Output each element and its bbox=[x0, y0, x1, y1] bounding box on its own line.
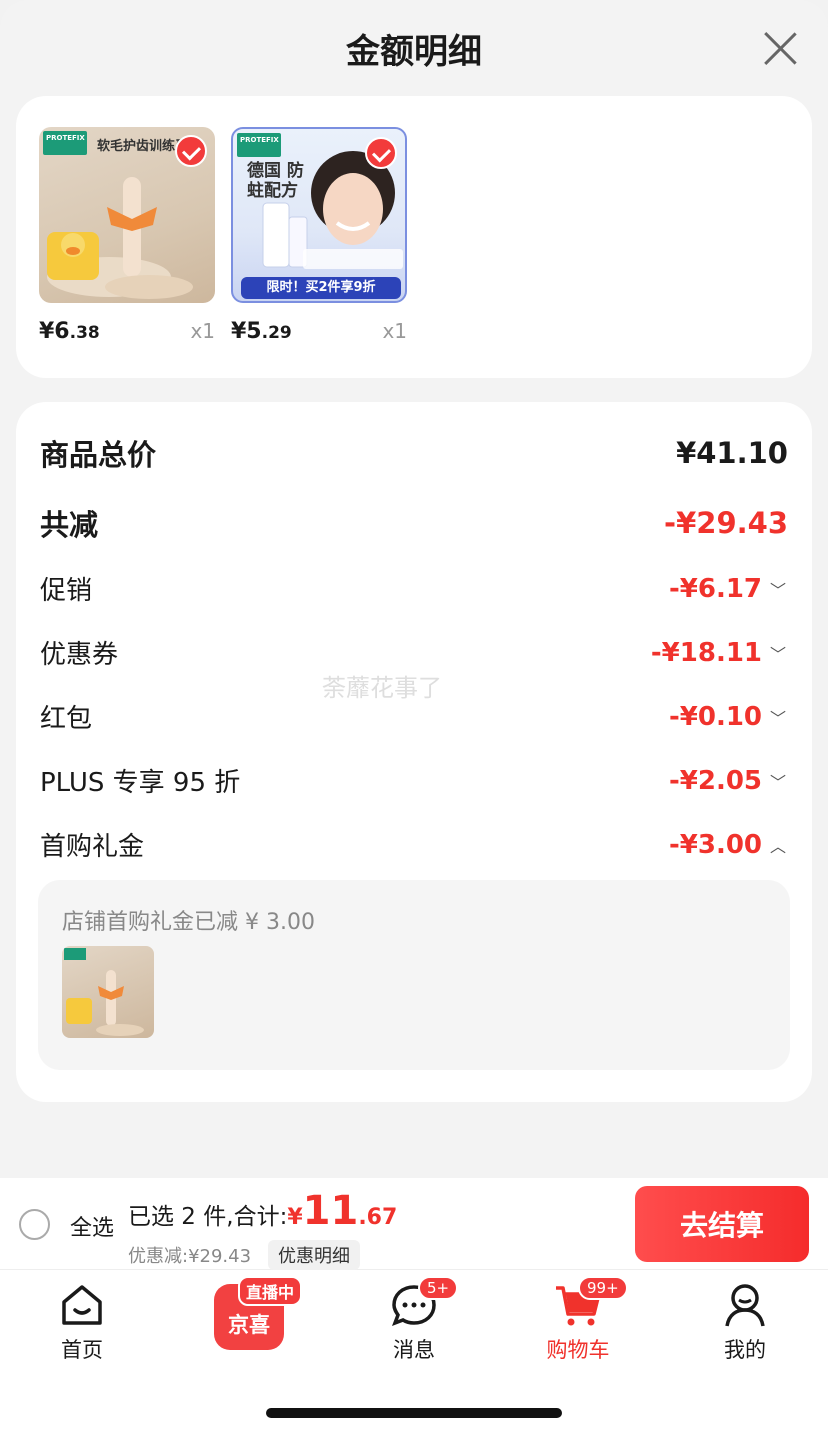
chevron-down-icon[interactable]: ﹀ bbox=[768, 641, 788, 665]
discount-amount: -¥0.10 bbox=[668, 701, 762, 732]
chevron-down-icon[interactable]: ﹀ bbox=[768, 769, 788, 793]
sheet-title: 金额明细 bbox=[346, 32, 482, 72]
first-purchase-detail-box: 店铺首购礼金已减 ¥ 3.00 bbox=[38, 880, 790, 1070]
discount-detail-button[interactable]: 优惠明细 bbox=[268, 1240, 360, 1270]
discount-summary: 优惠减:¥29.43 bbox=[128, 1246, 252, 1267]
product-price: ¥6.38 bbox=[39, 319, 100, 344]
messages-badge: 5+ bbox=[418, 1276, 459, 1300]
total-reduction-label: 共减 bbox=[40, 508, 99, 542]
checkout-button[interactable]: 去结算 bbox=[635, 1186, 809, 1262]
discount-amount: -¥18.11 bbox=[650, 637, 762, 668]
total-reduction-row: 共减 -¥29.43 bbox=[40, 502, 788, 544]
tab-cart[interactable]: 99+ 购物车 bbox=[518, 1276, 638, 1364]
chevron-down-icon[interactable]: ﹀ bbox=[768, 577, 788, 601]
product-thumbnail[interactable]: PROTEFIX 软毛护齿训练牙刷 bbox=[39, 127, 215, 303]
total-price-label: 商品总价 bbox=[40, 438, 157, 472]
product-quantity: x1 bbox=[190, 319, 215, 343]
price-breakdown-card: 商品总价 ¥41.10 共减 -¥29.43 促销 -¥6.17 ﹀ 优惠券 -¥… bbox=[16, 402, 812, 1102]
discount-label: 首购礼金 bbox=[40, 832, 145, 862]
detail-product-thumbnail bbox=[62, 946, 154, 1038]
total-price-amount: ¥41.10 bbox=[676, 436, 788, 470]
product-price: ¥5.29 bbox=[231, 319, 292, 344]
discount-label: 优惠券 bbox=[40, 640, 119, 670]
tab-messages[interactable]: 5+ 消息 bbox=[354, 1276, 474, 1364]
selected-products-card: PROTEFIX 软毛护齿训练牙刷 ¥6.38 x1 PROTEFIX 德国 防… bbox=[16, 96, 812, 378]
discount-amount: -¥6.17 bbox=[668, 573, 762, 604]
discount-label: PLUS 专享 95 折 bbox=[40, 768, 241, 798]
tab-me[interactable]: 我的 bbox=[685, 1282, 805, 1364]
total-reduction-amount: -¥29.43 bbox=[664, 506, 788, 540]
promo-banner: 限时！买2件享9折 bbox=[241, 277, 401, 299]
user-icon bbox=[721, 1282, 769, 1328]
watermark-text: 荼蘼花事了 bbox=[322, 674, 442, 702]
discount-row-coupon[interactable]: 优惠券 -¥18.11 ﹀ bbox=[40, 634, 788, 671]
live-badge: 直播中 bbox=[238, 1276, 303, 1306]
discount-row-red-packet[interactable]: 红包 -¥0.10 ﹀ bbox=[40, 698, 788, 735]
chat-bubble-icon: 5+ bbox=[390, 1276, 459, 1328]
tab-label: 首页 bbox=[61, 1338, 103, 1362]
chevron-down-icon[interactable]: ﹀ bbox=[768, 705, 788, 729]
home-icon bbox=[58, 1282, 106, 1328]
chevron-up-icon[interactable]: ︿ bbox=[768, 833, 788, 857]
select-all-label[interactable]: 全选 bbox=[70, 1210, 114, 1242]
summary-prefix: 已选 2 件,合计: bbox=[128, 1204, 288, 1230]
tab-label: 我的 bbox=[724, 1338, 766, 1362]
total-price-row: 商品总价 ¥41.10 bbox=[40, 432, 788, 474]
home-indicator[interactable] bbox=[266, 1408, 562, 1418]
shopping-cart-icon: 99+ bbox=[554, 1276, 628, 1328]
product-quantity: x1 bbox=[382, 319, 407, 343]
cart-badge: 99+ bbox=[578, 1276, 628, 1300]
product-thumbnail[interactable]: PROTEFIX 德国 防蛀配方 限时！买2件享9折 bbox=[231, 127, 407, 303]
discount-amount: -¥3.00 bbox=[668, 829, 762, 860]
tab-label: 消息 bbox=[393, 1338, 435, 1362]
toothbrush-illustration bbox=[64, 948, 144, 1036]
checkout-bar: 全选 已选 2 件,合计: ¥ 11 .67 优惠减:¥29.43 优惠明细 去… bbox=[0, 1178, 828, 1270]
discount-row-promotion[interactable]: 促销 -¥6.17 ﹀ bbox=[40, 570, 788, 607]
product-item[interactable]: PROTEFIX 软毛护齿训练牙刷 ¥6.38 x1 bbox=[39, 127, 215, 344]
total-integer: 11 bbox=[302, 1188, 359, 1234]
discount-row-first-purchase[interactable]: 首购礼金 -¥3.00 ︿ bbox=[40, 826, 788, 863]
product-item[interactable]: PROTEFIX 德国 防蛀配方 限时！买2件享9折 ¥5.29 x1 bbox=[231, 127, 407, 344]
amount-detail-sheet: 金额明细 PROTEFIX 软毛护齿训练牙刷 ¥6.38 x1 PROTEFIX… bbox=[0, 0, 828, 1178]
tab-home[interactable]: 首页 bbox=[22, 1282, 142, 1364]
discount-amount: -¥2.05 bbox=[668, 765, 762, 796]
selected-check-icon bbox=[365, 137, 397, 169]
tab-label: 购物车 bbox=[546, 1338, 610, 1362]
discount-label: 促销 bbox=[40, 576, 93, 606]
first-purchase-detail-text: 店铺首购礼金已减 ¥ 3.00 bbox=[62, 910, 315, 935]
total-currency: ¥ bbox=[287, 1205, 303, 1230]
total-decimal: .67 bbox=[358, 1205, 398, 1230]
close-icon[interactable] bbox=[762, 30, 798, 66]
discount-row-plus[interactable]: PLUS 专享 95 折 -¥2.05 ﹀ bbox=[40, 762, 788, 799]
selected-check-icon bbox=[175, 135, 207, 167]
discount-label: 红包 bbox=[40, 704, 93, 734]
selection-summary: 已选 2 件,合计: ¥ 11 .67 bbox=[128, 1188, 397, 1234]
select-all-radio[interactable] bbox=[19, 1209, 50, 1240]
